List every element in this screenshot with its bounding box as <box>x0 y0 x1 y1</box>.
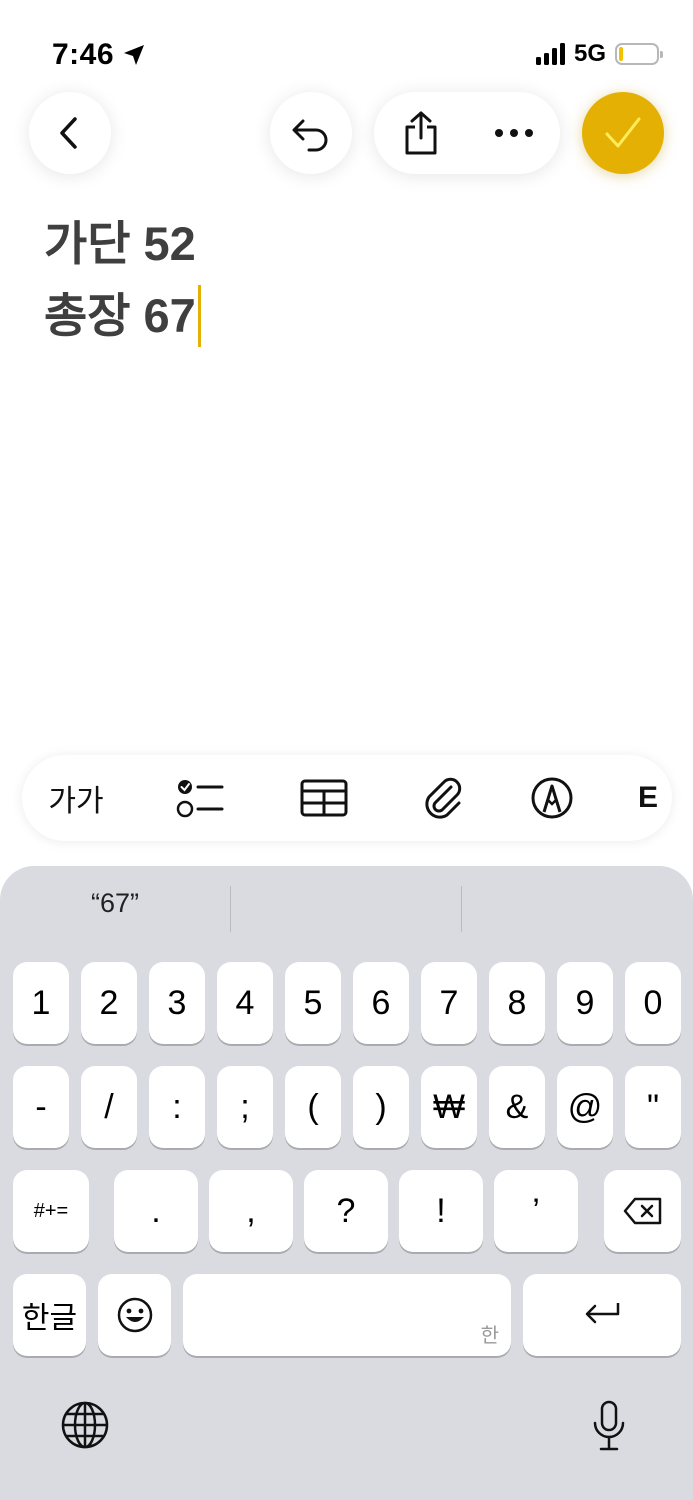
note-line-with-cursor[interactable]: 총장 67 <box>44 280 201 352</box>
cellular-signal-icon <box>535 43 565 65</box>
key-slash[interactable]: / <box>81 1066 137 1148</box>
attachment-button[interactable] <box>402 755 482 841</box>
return-key[interactable] <box>523 1274 681 1356</box>
actions-pill <box>374 92 560 174</box>
space-key-hint: 한 <box>480 1325 499 1347</box>
undo-icon <box>292 119 328 152</box>
key-6[interactable]: 6 <box>353 962 409 1044</box>
key-quote[interactable]: " <box>625 1066 681 1148</box>
checklist-button[interactable] <box>160 755 240 841</box>
key-0[interactable]: 0 <box>625 962 681 1044</box>
text-style-label: 가가 <box>48 785 104 818</box>
key-exclamation[interactable]: ! <box>399 1170 483 1252</box>
microphone-icon <box>593 1400 625 1451</box>
prediction-divider <box>461 886 462 932</box>
formatting-toolbar: 가가 E <box>22 755 672 841</box>
delete-key[interactable] <box>604 1170 681 1252</box>
key-apostrophe[interactable]: ’ <box>494 1170 578 1252</box>
key-period[interactable]: . <box>114 1170 198 1252</box>
delete-backspace-icon <box>623 1197 661 1225</box>
return-icon <box>585 1303 620 1324</box>
key-1[interactable]: 1 <box>13 962 69 1044</box>
checklist-icon <box>176 780 224 818</box>
key-open-paren[interactable]: ( <box>285 1066 341 1148</box>
more-tools-hint[interactable]: E <box>638 755 672 841</box>
prediction-divider <box>230 886 231 932</box>
key-hyphen[interactable]: - <box>13 1066 69 1148</box>
markup-pen-icon <box>531 777 573 819</box>
key-question[interactable]: ? <box>304 1170 388 1252</box>
ellipsis-icon <box>494 129 533 137</box>
status-indicators: 5G <box>535 40 663 68</box>
text-cursor <box>197 285 201 347</box>
status-time-text: 7:46 <box>52 38 115 71</box>
key-colon[interactable]: : <box>149 1066 205 1148</box>
key-comma[interactable]: , <box>209 1170 293 1252</box>
emoji-key[interactable] <box>98 1274 171 1356</box>
emoji-icon <box>117 1297 152 1333</box>
key-7[interactable]: 7 <box>421 962 477 1044</box>
chevron-left-icon <box>60 117 77 149</box>
space-key[interactable]: 한 <box>183 1274 511 1356</box>
note-body[interactable]: 가단 52 총장 67 <box>44 208 201 352</box>
key-korean[interactable]: 한글 <box>13 1274 86 1356</box>
key-9[interactable]: 9 <box>557 962 613 1044</box>
text-style-button[interactable]: 가가 <box>36 755 116 841</box>
checkmark-icon <box>605 117 641 148</box>
share-button[interactable] <box>386 98 456 168</box>
key-won[interactable]: ₩ <box>421 1066 477 1148</box>
prediction-suggestion[interactable]: “67” <box>0 888 230 919</box>
undo-button[interactable] <box>270 92 352 174</box>
key-semicolon[interactable]: ; <box>217 1066 273 1148</box>
note-line[interactable]: 가단 52 <box>44 208 201 280</box>
markup-button[interactable] <box>512 755 592 841</box>
more-tools-label: E <box>638 781 659 814</box>
key-5[interactable]: 5 <box>285 962 341 1044</box>
globe-button[interactable] <box>58 1398 112 1452</box>
key-ampersand[interactable]: & <box>489 1066 545 1148</box>
back-button[interactable] <box>29 92 111 174</box>
keyboard: “67” 1 2 3 4 5 6 7 8 9 0 - / : ; ( ) ₩ &… <box>0 866 693 1500</box>
key-8[interactable]: 8 <box>489 962 545 1044</box>
key-close-paren[interactable]: ) <box>353 1066 409 1148</box>
table-icon <box>300 779 348 817</box>
key-at[interactable]: @ <box>557 1066 613 1148</box>
key-3[interactable]: 3 <box>149 962 205 1044</box>
dictation-button[interactable] <box>586 1398 632 1454</box>
done-button[interactable] <box>582 92 664 174</box>
table-button[interactable] <box>284 755 364 841</box>
network-type: 5G <box>573 40 606 67</box>
share-icon <box>405 111 436 155</box>
globe-icon <box>61 1401 109 1449</box>
battery-icon <box>615 43 663 65</box>
key-4[interactable]: 4 <box>217 962 273 1044</box>
paperclip-icon <box>425 777 462 819</box>
key-2[interactable]: 2 <box>81 962 137 1044</box>
location-arrow-icon <box>124 45 145 65</box>
prediction-bar: “67” <box>0 866 693 956</box>
note-line[interactable]: 총장 67 <box>44 280 196 352</box>
key-more-symbols[interactable]: #+= <box>13 1170 89 1252</box>
status-time: 7:46 <box>52 38 146 72</box>
more-button[interactable] <box>479 98 549 168</box>
